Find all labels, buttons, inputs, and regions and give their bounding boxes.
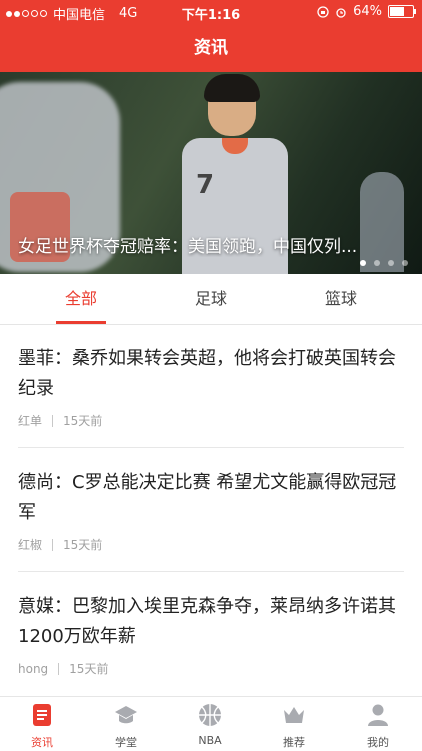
news-title: 墨菲：桑乔如果转会英超，他将会打破英国转会纪录 (18, 348, 396, 399)
list-divider (18, 571, 404, 572)
nav-title: 资讯 (0, 24, 422, 72)
news-source: 红单 (18, 414, 43, 428)
battery-percent: 64% (353, 4, 382, 19)
tabbar-label: 推荐 (283, 736, 305, 749)
news-item[interactable]: 墨菲：桑乔如果转会英超，他将会打破英国转会纪录 红单 15天前 (18, 344, 404, 429)
carousel-indicator (360, 260, 408, 266)
tabbar-label: NBA (198, 734, 222, 747)
news-title: 意媒：巴黎加入埃里克森争夺，莱昂纳多许诺其1200万欧年薪 (18, 596, 396, 647)
news-source: 红椒 (18, 538, 43, 552)
basketball-icon (199, 704, 221, 726)
news-time: 15天前 (63, 414, 103, 428)
tabbar-label: 学堂 (115, 736, 137, 749)
news-item[interactable]: 德尚：C罗总能决定比赛 希望尤文能赢得欧冠冠军 红椒 15天前 (18, 468, 404, 553)
news-icon (33, 704, 51, 726)
tabbar-nba[interactable]: NBA (168, 697, 252, 751)
meta-divider (58, 662, 60, 675)
graduation-cap-icon (115, 706, 137, 724)
tab-basketball[interactable]: 篮球 (271, 274, 411, 324)
page-dot (402, 260, 408, 266)
status-bar: 中国电信 4G 下午1:16 64% (0, 0, 422, 24)
tab-indicator (56, 321, 106, 324)
tabbar-label: 我的 (367, 736, 389, 749)
tabbar-recommend[interactable]: 推荐 (252, 697, 336, 751)
orientation-lock-icon (317, 5, 329, 18)
news-title: 德尚：C罗总能决定比赛 希望尤文能赢得欧冠冠军 (18, 472, 397, 523)
tabbar-school[interactable]: 学堂 (84, 697, 168, 751)
tabbar-profile[interactable]: 我的 (336, 697, 420, 751)
tabbar-news[interactable]: 资讯 (0, 697, 84, 751)
meta-divider (52, 414, 54, 427)
news-source: hong (18, 661, 49, 676)
meta-divider (52, 538, 54, 551)
tabbar-label: 资讯 (31, 736, 53, 749)
category-tabs: 全部 足球 篮球 (0, 274, 422, 325)
news-time: 15天前 (63, 538, 103, 552)
alarm-icon (336, 7, 346, 18)
jersey-number: 7 (196, 170, 215, 200)
banner-carousel[interactable]: 7 女足世界杯夺冠赔率：美国领跑，中国仅列... (0, 72, 422, 274)
page-dot (388, 260, 394, 266)
user-icon (368, 704, 388, 726)
tab-football[interactable]: 足球 (141, 274, 281, 324)
bottom-tab-bar: 资讯 学堂 NBA 推荐 我的 (0, 696, 422, 751)
news-time: 15天前 (69, 662, 109, 676)
tab-all[interactable]: 全部 (11, 274, 151, 324)
crown-icon (284, 707, 304, 723)
page-dot (360, 260, 366, 266)
banner-caption[interactable]: 女足世界杯夺冠赔率：美国领跑，中国仅列... (18, 232, 406, 257)
news-item[interactable]: 意媒：巴黎加入埃里克森争夺，莱昂纳多许诺其1200万欧年薪 hong 15天前 (18, 592, 404, 677)
page-dot (374, 260, 380, 266)
battery-icon (388, 5, 416, 18)
list-divider (18, 447, 404, 448)
background-player-2 (360, 172, 404, 272)
